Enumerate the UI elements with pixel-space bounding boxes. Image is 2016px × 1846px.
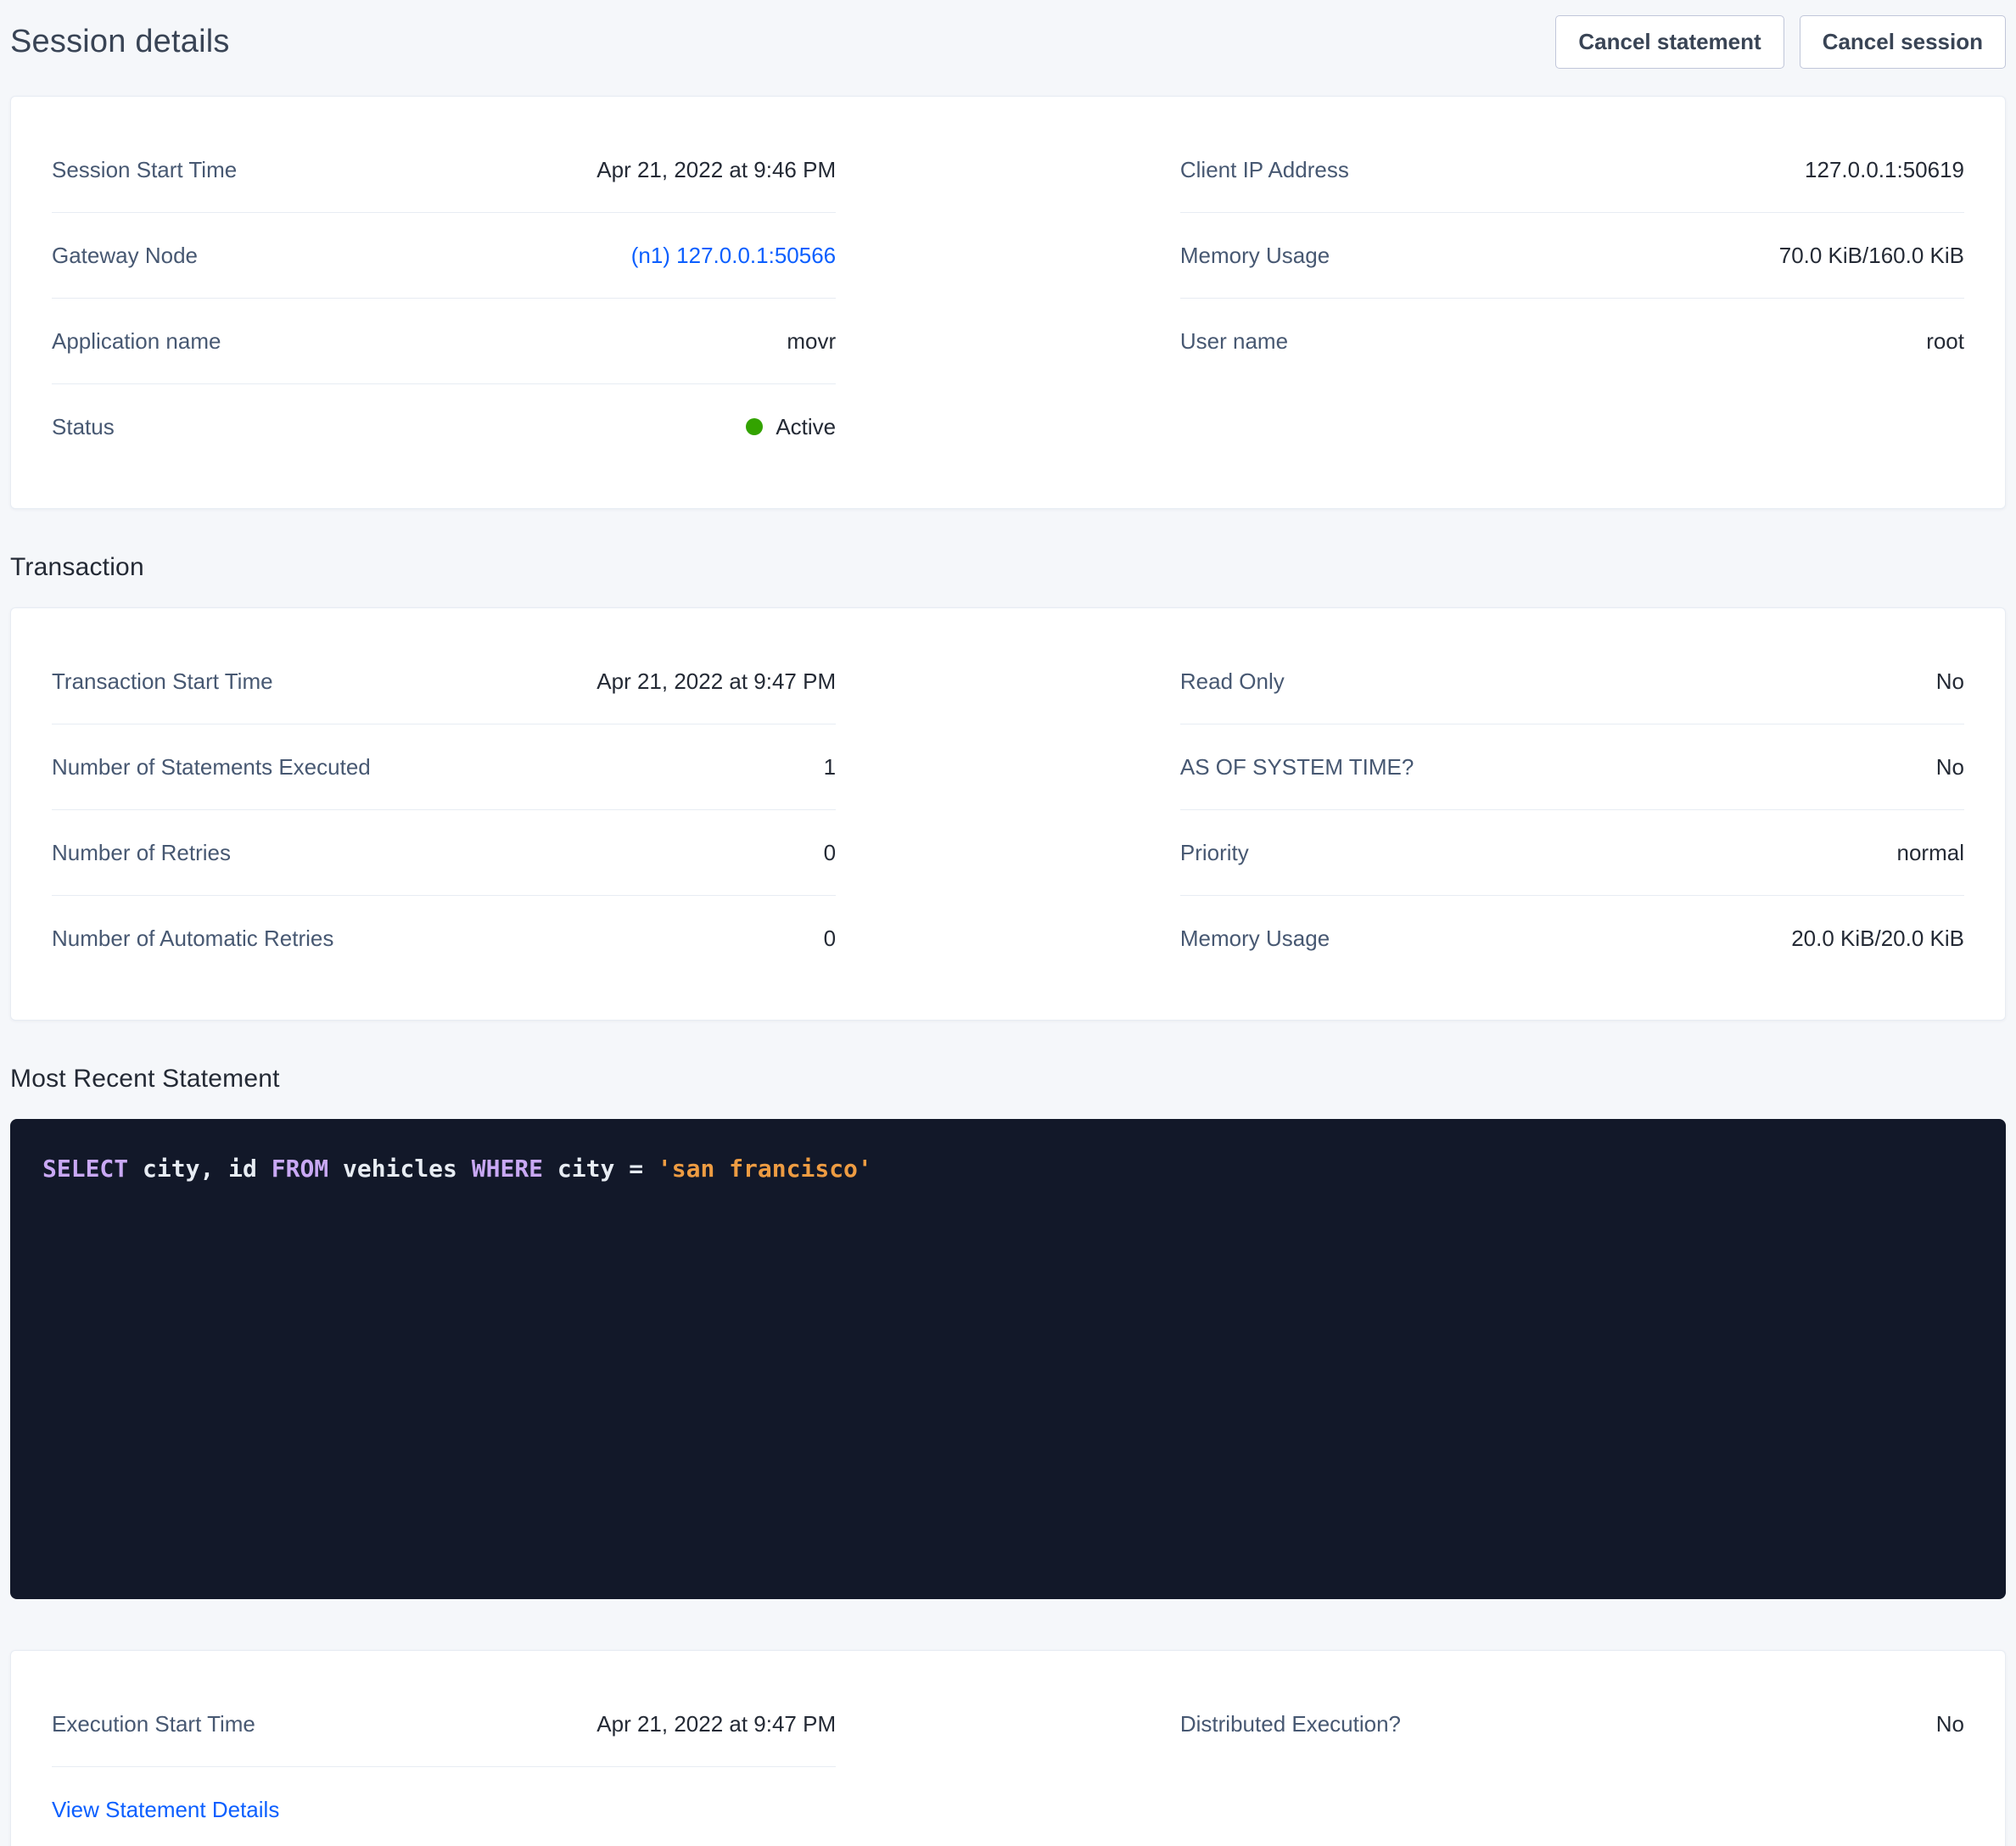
row-value: No: [1936, 1710, 1964, 1737]
row-value: 127.0.0.1:50619: [1805, 156, 1964, 183]
row-label: Memory Usage: [1180, 925, 1330, 952]
row-label: Client IP Address: [1180, 156, 1349, 183]
view-statement-details-link[interactable]: View Statement Details: [52, 1796, 279, 1823]
statements-executed-row: Number of Statements Executed 1: [52, 724, 836, 810]
execution-card-left-column: Execution Start Time Apr 21, 2022 at 9:4…: [52, 1681, 836, 1846]
row-label: Gateway Node: [52, 242, 198, 269]
as-of-system-time-row: AS OF SYSTEM TIME? No: [1180, 724, 1964, 810]
session-card-right-column: Client IP Address 127.0.0.1:50619 Memory…: [1180, 127, 1964, 469]
transaction-memory-usage-row: Memory Usage 20.0 KiB/20.0 KiB: [1180, 896, 1964, 981]
status-badge: Active: [746, 413, 836, 440]
row-value: 1: [824, 753, 836, 780]
row-label: Number of Statements Executed: [52, 753, 371, 780]
sql-text: city =: [543, 1155, 658, 1183]
cancel-statement-button[interactable]: Cancel statement: [1555, 15, 1784, 69]
row-label: Memory Usage: [1180, 242, 1330, 269]
header-actions: Cancel statement Cancel session: [1555, 15, 2006, 69]
row-label: Status: [52, 413, 115, 440]
row-label: User name: [1180, 327, 1288, 355]
session-details-page: Session details Cancel statement Cancel …: [0, 0, 2016, 1846]
active-status-dot-icon: [746, 418, 763, 435]
execution-summary-card: Execution Start Time Apr 21, 2022 at 9:4…: [10, 1650, 2006, 1846]
session-card-left-column: Session Start Time Apr 21, 2022 at 9:46 …: [52, 127, 836, 469]
sql-string-literal: 'san francisco': [658, 1155, 872, 1183]
sql-code-block: SELECT city, id FROM vehicles WHERE city…: [10, 1119, 2006, 1599]
session-summary-card: Session Start Time Apr 21, 2022 at 9:46 …: [10, 96, 2006, 509]
row-value: 0: [824, 925, 836, 952]
execution-start-time-row: Execution Start Time Apr 21, 2022 at 9:4…: [52, 1681, 836, 1767]
row-label: Application name: [52, 327, 221, 355]
execution-card-right-column: Distributed Execution? No: [1180, 1681, 1964, 1846]
view-statement-details-row: View Statement Details: [52, 1767, 836, 1846]
sql-text: vehicles: [328, 1155, 472, 1183]
transaction-card-right-column: Read Only No AS OF SYSTEM TIME? No Prior…: [1180, 639, 1964, 981]
row-value: 20.0 KiB/20.0 KiB: [1791, 925, 1964, 952]
most-recent-statement-heading: Most Recent Statement: [10, 1065, 2006, 1094]
row-value: root: [1926, 327, 1964, 355]
session-memory-usage-row: Memory Usage 70.0 KiB/160.0 KiB: [1180, 213, 1964, 299]
page-header: Session details Cancel statement Cancel …: [10, 15, 2006, 69]
row-value: 70.0 KiB/160.0 KiB: [1779, 242, 1964, 269]
status-row: Status Active: [52, 384, 836, 469]
sql-keyword: WHERE: [472, 1155, 543, 1183]
number-of-retries-row: Number of Retries 0: [52, 810, 836, 896]
transaction-start-time-row: Transaction Start Time Apr 21, 2022 at 9…: [52, 639, 836, 724]
gateway-node-link[interactable]: (n1) 127.0.0.1:50566: [631, 242, 836, 269]
gateway-node-row: Gateway Node (n1) 127.0.0.1:50566: [52, 213, 836, 299]
row-value: 0: [824, 839, 836, 866]
row-value: normal: [1897, 839, 1964, 866]
row-label: Priority: [1180, 839, 1249, 866]
distributed-execution-row: Distributed Execution? No: [1180, 1681, 1964, 1766]
cancel-session-button[interactable]: Cancel session: [1800, 15, 2006, 69]
row-value: No: [1936, 668, 1964, 695]
row-label: AS OF SYSTEM TIME?: [1180, 753, 1414, 780]
row-label: Number of Automatic Retries: [52, 925, 333, 952]
row-value: Apr 21, 2022 at 9:46 PM: [596, 156, 836, 183]
application-name-row: Application name movr: [52, 299, 836, 384]
row-value: movr: [787, 327, 836, 355]
user-name-row: User name root: [1180, 299, 1964, 383]
status-text: Active: [776, 413, 836, 440]
row-label: Execution Start Time: [52, 1710, 255, 1737]
sql-text: city, id: [128, 1155, 272, 1183]
sql-keyword: FROM: [272, 1155, 328, 1183]
session-start-time-row: Session Start Time Apr 21, 2022 at 9:46 …: [52, 127, 836, 213]
read-only-row: Read Only No: [1180, 639, 1964, 724]
transaction-heading: Transaction: [10, 553, 2006, 582]
client-ip-row: Client IP Address 127.0.0.1:50619: [1180, 127, 1964, 213]
priority-row: Priority normal: [1180, 810, 1964, 896]
automatic-retries-row: Number of Automatic Retries 0: [52, 896, 836, 981]
row-label: Session Start Time: [52, 156, 237, 183]
row-label: Transaction Start Time: [52, 668, 273, 695]
row-label: Distributed Execution?: [1180, 1710, 1401, 1737]
row-value: No: [1936, 753, 1964, 780]
sql-statement: SELECT city, id FROM vehicles WHERE city…: [42, 1155, 1974, 1183]
transaction-summary-card: Transaction Start Time Apr 21, 2022 at 9…: [10, 607, 2006, 1021]
transaction-card-left-column: Transaction Start Time Apr 21, 2022 at 9…: [52, 639, 836, 981]
row-value: Apr 21, 2022 at 9:47 PM: [596, 668, 836, 695]
row-label: Number of Retries: [52, 839, 231, 866]
sql-keyword: SELECT: [42, 1155, 128, 1183]
page-title: Session details: [10, 24, 230, 60]
row-label: Read Only: [1180, 668, 1285, 695]
row-value: Apr 21, 2022 at 9:47 PM: [596, 1710, 836, 1737]
